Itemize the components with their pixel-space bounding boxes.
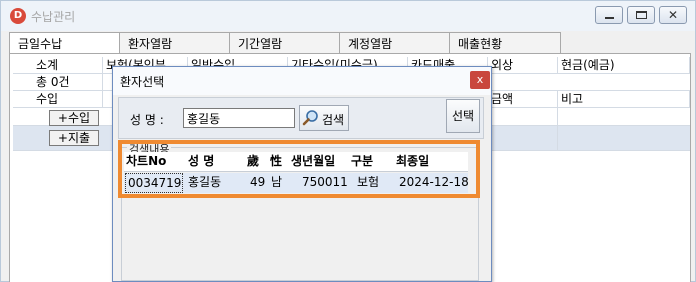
title-bar: D 수납관리 ✕ [1,1,695,31]
name-label: 성 명 : [130,113,164,127]
dialog-title: 환자선택 [120,75,165,89]
grid-cell: 외상 [488,57,558,74]
minimize-button[interactable] [595,6,623,24]
window-title: 수납관리 [31,10,76,24]
grid-cell: 소계 [13,57,103,74]
table-cell: 750011 [302,175,348,189]
table-cell: 49 [250,175,266,189]
add-expense-button[interactable]: +지출 [49,130,99,146]
tab-bar: 금일수납 환자열람 기간열람 계정열람 매출현황 [9,32,561,54]
table-header: 차트No 성 명 歲 性 생년월일 구분 최종일 [124,152,468,172]
name-input[interactable] [183,108,295,128]
column-header: 歲 [247,154,260,168]
column-header: 구분 [351,154,374,168]
grid-cell: 현금(예금) [558,57,690,74]
table-cell: 보험 [357,175,380,189]
column-header: 性 [270,154,283,168]
add-income-button[interactable]: +수입 [49,110,99,126]
grid-cell: 수입 [13,91,103,108]
tab-today-payment[interactable]: 금일수납 [9,32,120,54]
column-header: 최종일 [396,154,430,168]
column-header: 차트No [126,154,167,168]
table-cell: 남 [271,175,283,189]
app-icon: D [10,8,26,24]
grid-cell: 비고 [558,91,690,108]
column-header: 성 명 [188,154,215,168]
search-panel: 성 명 : 검색 선택 [118,97,484,139]
tab-sales-status[interactable]: 매출현황 [449,32,561,53]
maximize-icon [636,11,647,19]
close-button[interactable]: ✕ [659,6,687,24]
magnifier-icon [302,109,320,130]
dialog-title-bar: 환자선택 x [113,67,491,95]
table-row[interactable]: 0034719 홍길동 49 남 750011 보험 2024-12-18 [124,173,469,193]
tab-account-view[interactable]: 계정열람 [339,32,450,53]
tab-patient-view[interactable]: 환자열람 [119,32,230,53]
table-cell: 0034719 [125,173,183,193]
grid-cell [488,126,558,151]
close-icon: ✕ [668,8,679,22]
minimize-icon [605,17,614,19]
dialog-close-button[interactable]: x [470,71,490,89]
table-cell: 2024-12-18 [399,175,469,189]
tab-period-view[interactable]: 기간열람 [229,32,340,53]
grid-cell [488,108,558,126]
select-button[interactable]: 선택 [446,99,480,133]
table-cell: 홍길동 [188,175,222,189]
grid-cell: 총 0건 [13,74,103,91]
grid-cell: 금액 [488,91,558,108]
search-button-label: 검색 [322,113,345,127]
search-button[interactable]: 검색 [299,105,349,131]
column-header: 생년월일 [291,154,336,168]
maximize-button[interactable] [627,6,655,24]
